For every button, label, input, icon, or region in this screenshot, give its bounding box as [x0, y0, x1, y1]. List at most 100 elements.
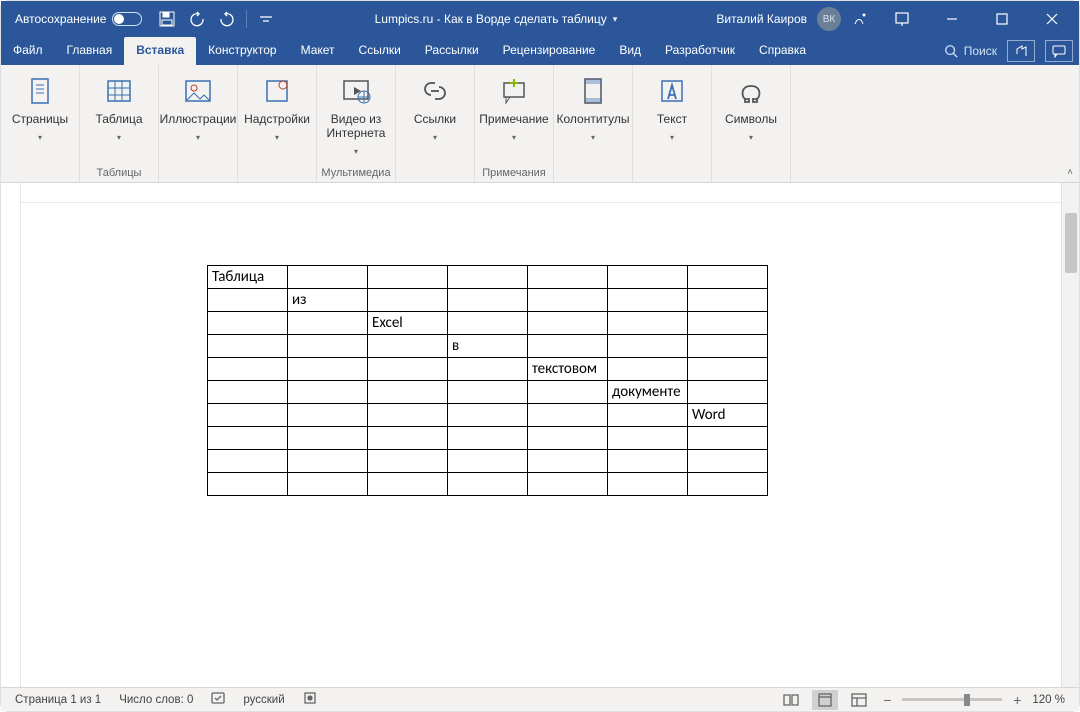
table-cell[interactable]: из	[288, 289, 368, 312]
tab-вид[interactable]: Вид	[607, 37, 653, 65]
tab-ссылки[interactable]: Ссылки	[347, 37, 413, 65]
table-cell[interactable]	[288, 427, 368, 450]
table-cell[interactable]	[528, 312, 608, 335]
vertical-ruler[interactable]	[1, 183, 21, 687]
table-cell[interactable]	[208, 335, 288, 358]
table-cell[interactable]	[368, 427, 448, 450]
ribbon-текст-button[interactable]: Текст▾	[633, 71, 711, 142]
document-table[interactable]: ТаблицаизExcelвтекстовомдокументеWord	[207, 265, 768, 496]
table-cell[interactable]	[528, 381, 608, 404]
tab-конструктор[interactable]: Конструктор	[196, 37, 288, 65]
zoom-value[interactable]: 120 %	[1032, 694, 1065, 706]
table-cell[interactable]	[368, 473, 448, 496]
table-row[interactable]: Excel	[208, 312, 768, 335]
tab-рецензирование[interactable]: Рецензирование	[491, 37, 608, 65]
table-cell[interactable]	[608, 473, 688, 496]
maximize-button[interactable]	[979, 1, 1025, 37]
table-cell[interactable]	[608, 427, 688, 450]
tab-справка[interactable]: Справка	[747, 37, 818, 65]
table-cell[interactable]: документе	[608, 381, 688, 404]
table-cell[interactable]	[288, 404, 368, 427]
table-cell[interactable]	[608, 289, 688, 312]
table-cell[interactable]	[448, 381, 528, 404]
table-cell[interactable]	[608, 266, 688, 289]
table-cell[interactable]	[448, 450, 528, 473]
table-cell[interactable]	[448, 404, 528, 427]
table-cell[interactable]	[688, 450, 768, 473]
ribbon-видео-из-интернета-button[interactable]: Видео изИнтернета▾	[317, 71, 395, 156]
table-cell[interactable]	[608, 450, 688, 473]
table-cell[interactable]	[688, 473, 768, 496]
table-cell[interactable]	[288, 312, 368, 335]
zoom-in-button[interactable]: +	[1010, 693, 1024, 707]
table-row[interactable]	[208, 450, 768, 473]
table-cell[interactable]	[688, 289, 768, 312]
table-cell[interactable]	[208, 381, 288, 404]
table-row[interactable]	[208, 427, 768, 450]
close-button[interactable]	[1029, 1, 1075, 37]
table-cell[interactable]: текстовом	[528, 358, 608, 381]
table-cell[interactable]	[528, 427, 608, 450]
table-cell[interactable]	[528, 450, 608, 473]
view-print-layout-button[interactable]	[812, 690, 838, 710]
table-cell[interactable]	[288, 358, 368, 381]
table-cell[interactable]: Excel	[368, 312, 448, 335]
table-row[interactable]: из	[208, 289, 768, 312]
status-language[interactable]: русский	[243, 694, 284, 706]
table-cell[interactable]	[608, 404, 688, 427]
table-cell[interactable]	[448, 289, 528, 312]
ribbon-таблица-button[interactable]: Таблица▾	[80, 71, 158, 142]
table-cell[interactable]	[448, 266, 528, 289]
table-cell[interactable]	[208, 427, 288, 450]
table-cell[interactable]	[208, 289, 288, 312]
quick-access-customize-icon[interactable]	[251, 1, 281, 37]
table-row[interactable]: текстовом	[208, 358, 768, 381]
table-cell[interactable]	[688, 312, 768, 335]
table-cell[interactable]: Word	[688, 404, 768, 427]
table-cell[interactable]	[288, 450, 368, 473]
ribbon-иллюстрации-button[interactable]: Иллюстрации▾	[159, 71, 237, 142]
comments-button[interactable]	[1045, 40, 1073, 62]
table-cell[interactable]	[288, 381, 368, 404]
table-cell[interactable]	[208, 450, 288, 473]
table-row[interactable]: документе	[208, 381, 768, 404]
zoom-out-button[interactable]: −	[880, 693, 894, 707]
table-cell[interactable]	[208, 404, 288, 427]
table-cell[interactable]	[368, 266, 448, 289]
table-cell[interactable]	[368, 335, 448, 358]
table-cell[interactable]	[208, 312, 288, 335]
table-cell[interactable]	[528, 473, 608, 496]
table-cell[interactable]	[608, 358, 688, 381]
table-cell[interactable]	[688, 335, 768, 358]
table-row[interactable]: Word	[208, 404, 768, 427]
table-cell[interactable]	[688, 358, 768, 381]
minimize-button[interactable]	[929, 1, 975, 37]
tab-файл[interactable]: Файл	[1, 37, 55, 65]
table-cell[interactable]	[448, 358, 528, 381]
table-cell[interactable]	[528, 335, 608, 358]
collapse-ribbon-icon[interactable]: ˄	[1067, 167, 1073, 178]
draw-icon[interactable]	[845, 1, 875, 37]
tab-разработчик[interactable]: Разработчик	[653, 37, 747, 65]
table-cell[interactable]	[368, 450, 448, 473]
horizontal-ruler[interactable]	[21, 183, 1061, 203]
title-dropdown-icon[interactable]: ▾	[613, 14, 618, 25]
status-words[interactable]: Число слов: 0	[119, 694, 193, 706]
table-cell[interactable]: Таблица	[208, 266, 288, 289]
table-cell[interactable]	[448, 427, 528, 450]
table-row[interactable]: Таблица	[208, 266, 768, 289]
table-cell[interactable]	[528, 404, 608, 427]
table-cell[interactable]	[448, 312, 528, 335]
vertical-scrollbar[interactable]	[1061, 183, 1079, 687]
search-box[interactable]: Поиск	[944, 44, 997, 58]
table-row[interactable]	[208, 473, 768, 496]
table-cell[interactable]	[448, 473, 528, 496]
user-name[interactable]: Виталий Каиров	[710, 12, 813, 26]
redo-icon[interactable]	[212, 1, 242, 37]
save-icon[interactable]	[152, 1, 182, 37]
table-cell[interactable]	[208, 358, 288, 381]
table-cell[interactable]: в	[448, 335, 528, 358]
page[interactable]: ТаблицаизExcelвтекстовомдокументеWord	[35, 209, 1015, 669]
undo-icon[interactable]	[182, 1, 212, 37]
macro-record-icon[interactable]	[303, 691, 317, 708]
